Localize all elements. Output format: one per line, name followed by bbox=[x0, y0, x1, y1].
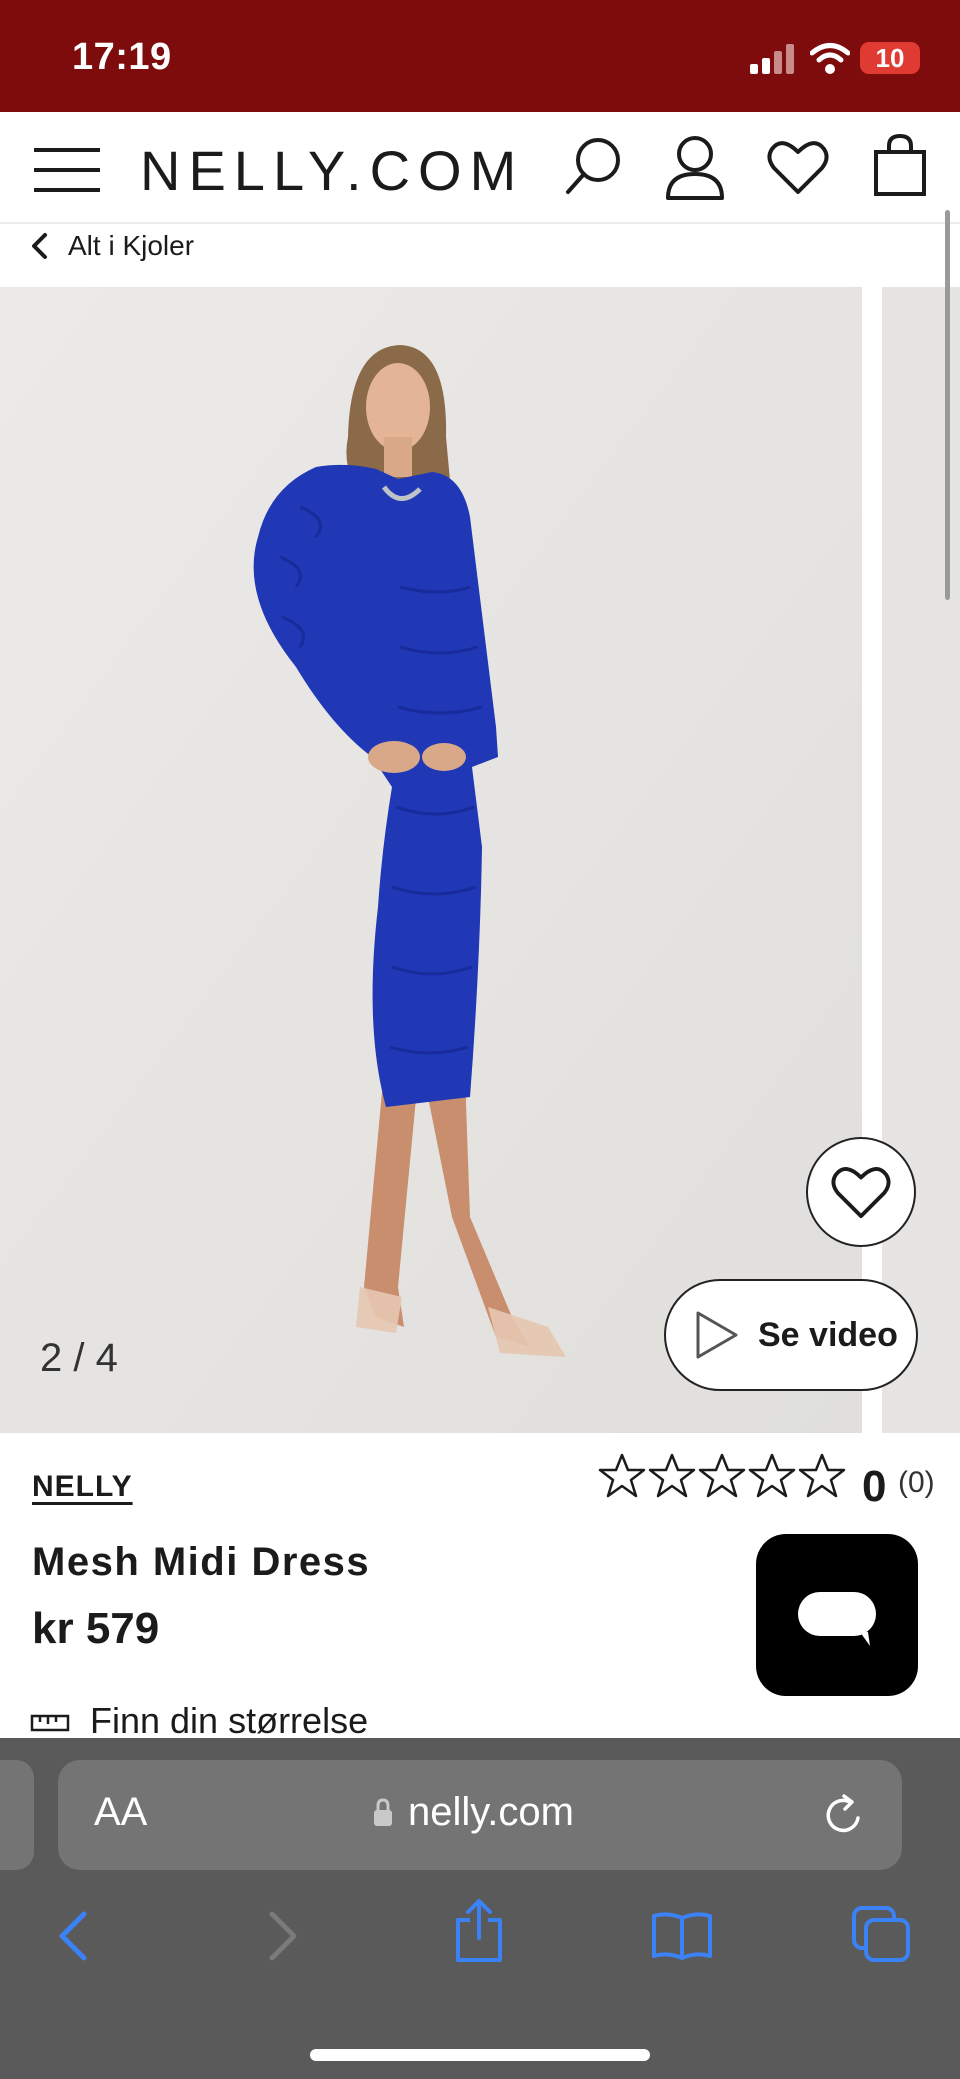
url-display[interactable]: nelly.com bbox=[372, 1790, 574, 1835]
breadcrumb[interactable]: Alt i Kjoler bbox=[30, 225, 194, 267]
tabs-icon[interactable] bbox=[850, 1904, 912, 1964]
product-brand-link[interactable]: NELLY bbox=[32, 1470, 133, 1504]
add-to-wishlist-button[interactable] bbox=[806, 1137, 916, 1247]
heart-icon bbox=[831, 1167, 891, 1219]
model-in-dress-image bbox=[0, 287, 862, 1433]
page-scrollbar[interactable] bbox=[945, 210, 950, 600]
search-icon[interactable] bbox=[562, 136, 624, 198]
reload-icon[interactable] bbox=[822, 1792, 866, 1838]
site-header: NELLY.COM bbox=[0, 112, 960, 224]
heart-icon[interactable] bbox=[766, 138, 830, 196]
rating-stars[interactable] bbox=[598, 1452, 846, 1500]
bookmarks-icon[interactable] bbox=[650, 1910, 714, 1960]
status-bar: 17:19 10 bbox=[0, 0, 960, 112]
breadcrumb-label: Alt i Kjoler bbox=[68, 230, 195, 261]
wifi-icon bbox=[810, 43, 850, 74]
status-time: 17:19 bbox=[72, 36, 172, 78]
chat-button[interactable] bbox=[756, 1534, 918, 1696]
product-price: kr 579 bbox=[32, 1604, 160, 1653]
rating-count: (0) bbox=[898, 1466, 935, 1499]
image-counter: 2 / 4 bbox=[40, 1336, 118, 1380]
lock-icon bbox=[374, 1797, 392, 1826]
back-icon[interactable] bbox=[54, 1908, 94, 1964]
menu-icon[interactable] bbox=[32, 144, 102, 196]
watch-video-button[interactable]: Se video bbox=[664, 1279, 918, 1391]
watch-video-label: Se video bbox=[758, 1315, 898, 1354]
size-guide-link[interactable]: Finn din størrelse bbox=[30, 1700, 368, 1742]
star-outline-icon bbox=[748, 1453, 796, 1498]
ruler-icon bbox=[30, 1714, 70, 1732]
site-logo[interactable]: NELLY.COM bbox=[140, 138, 524, 203]
star-outline-icon bbox=[648, 1453, 696, 1498]
forward-icon[interactable] bbox=[262, 1908, 302, 1964]
play-icon bbox=[696, 1311, 738, 1359]
account-icon[interactable] bbox=[664, 134, 726, 200]
product-name: Mesh Midi Dress bbox=[32, 1540, 371, 1584]
reader-settings-button[interactable]: AA bbox=[94, 1790, 147, 1835]
product-image[interactable] bbox=[0, 287, 862, 1433]
chevron-left-icon bbox=[32, 233, 47, 259]
rating-value: 0 bbox=[862, 1462, 887, 1511]
size-guide-label: Finn din størrelse bbox=[90, 1700, 369, 1741]
star-outline-icon bbox=[598, 1453, 646, 1498]
battery-indicator: 10 bbox=[860, 42, 920, 74]
chat-bubble-icon bbox=[798, 1592, 876, 1646]
previous-tab-preview[interactable] bbox=[0, 1760, 34, 1870]
cellular-signal-icon bbox=[750, 44, 794, 74]
star-outline-icon bbox=[698, 1453, 746, 1498]
url-text: nelly.com bbox=[408, 1790, 574, 1834]
star-outline-icon bbox=[798, 1453, 846, 1498]
share-icon[interactable] bbox=[452, 1898, 506, 1964]
home-indicator[interactable] bbox=[310, 2049, 650, 2061]
shopping-bag-icon[interactable] bbox=[872, 134, 928, 198]
